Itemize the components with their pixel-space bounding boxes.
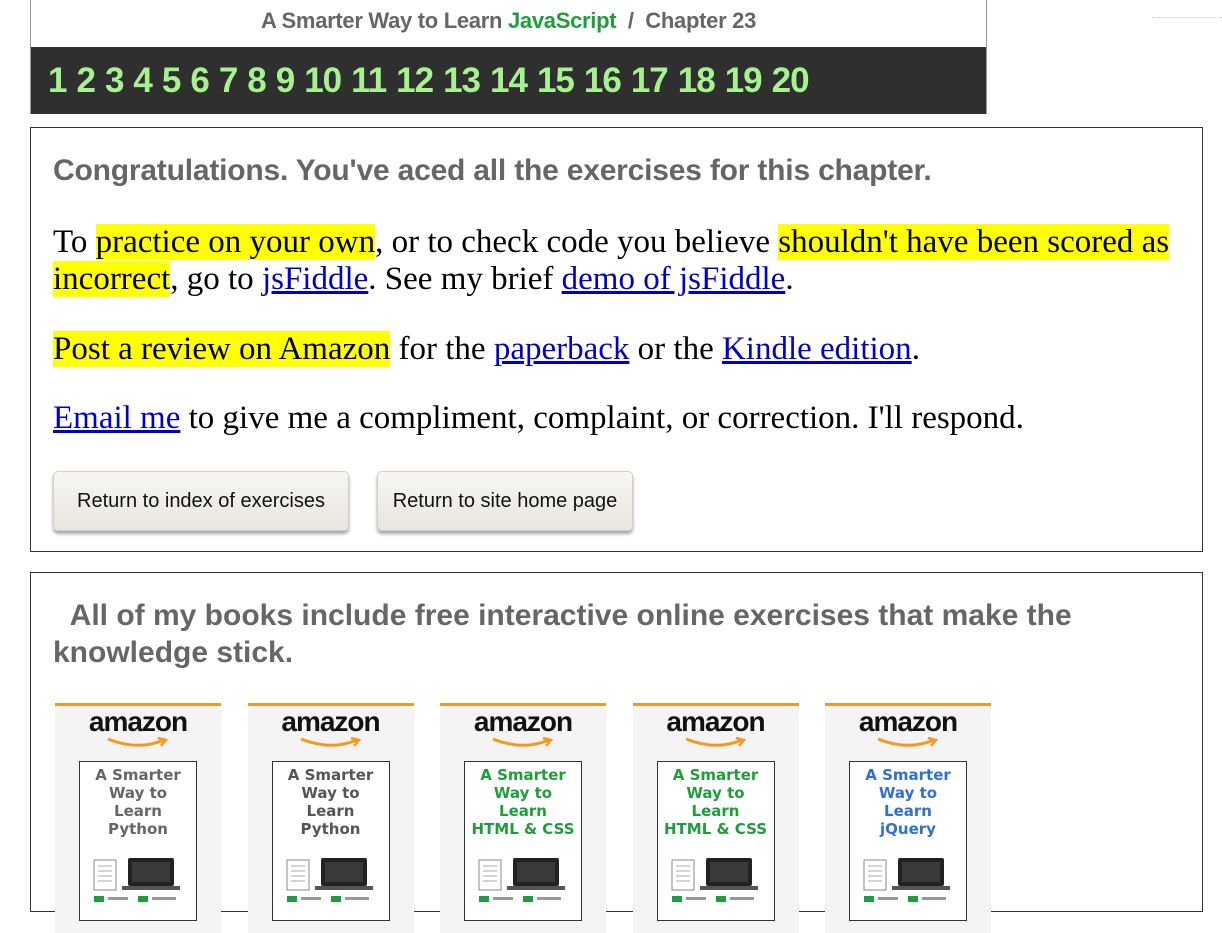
chapter-link[interactable]: 19 <box>725 63 763 98</box>
chapter-link[interactable]: 10 <box>304 63 342 98</box>
title-prefix: A Smarter Way to Learn <box>260 8 508 33</box>
return-to-index-button[interactable]: Return to index of exercises <box>53 471 349 531</box>
congrats-panel: Congratulations. You've aced all the exe… <box>30 127 1203 552</box>
header-title: A Smarter Way to Learn JavaScript / Chap… <box>31 8 986 34</box>
email-paragraph: Email me to give me a compliment, compla… <box>53 400 1024 436</box>
book-card[interactable]: amazon A Smarter Way to Learn Python <box>55 703 221 933</box>
review-paragraph: Post a review on Amazon for the paperbac… <box>53 331 920 367</box>
return-to-home-button[interactable]: Return to site home page <box>377 471 633 531</box>
chapter-link[interactable]: 12 <box>396 63 434 98</box>
amazon-logo: amazon <box>858 706 958 737</box>
chapter-link[interactable]: 15 <box>537 63 575 98</box>
chapter-link[interactable]: 5 <box>162 63 181 98</box>
book-cover: A Smarter Way to Learn HTML & CSS <box>464 761 582 921</box>
practice-paragraph: To practice on your own, or to check cod… <box>53 224 1170 297</box>
amazon-logo: amazon <box>281 706 380 737</box>
book-card[interactable]: amazon A Smarter Way to Learn jQuery <box>825 703 991 933</box>
chapter-link[interactable]: 16 <box>584 63 622 98</box>
book-title: A Smarter Way to Learn jQuery <box>865 766 951 838</box>
book-title: A Smarter Way to Learn HTML & CSS <box>471 766 575 838</box>
amazon-smile-icon <box>682 736 750 754</box>
paperback-link[interactable]: paperback <box>494 331 630 367</box>
title-chapter: / Chapter 23 <box>616 8 757 33</box>
book-cover: A Smarter Way to Learn Python <box>271 761 390 921</box>
book-cover: A Smarter Way to Learn Python <box>79 761 197 921</box>
amazon-logo: amazon <box>88 706 188 737</box>
book-title: A Smarter Way to Learn HTML & CSS <box>663 766 767 838</box>
chapter-link[interactable]: 1 <box>48 63 67 98</box>
book-cover: A Smarter Way to Learn jQuery <box>849 761 967 921</box>
book-illustration-icon <box>285 854 381 909</box>
amazon-smile-icon <box>104 736 172 754</box>
highlight-review: Post a review on Amazon <box>53 331 391 367</box>
chapter-link[interactable]: 14 <box>490 63 528 98</box>
chapter-link[interactable]: 17 <box>631 63 669 98</box>
chapter-link[interactable]: 18 <box>678 63 716 98</box>
book-cover: A Smarter Way to Learn HTML & CSS <box>656 761 775 921</box>
chapter-link[interactable]: 20 <box>772 63 810 98</box>
book-illustration-icon <box>477 854 573 909</box>
jsfiddle-link[interactable]: jsFiddle <box>262 261 368 297</box>
chapter-link[interactable]: 7 <box>219 63 238 98</box>
chapter-link[interactable]: 2 <box>76 63 95 98</box>
chapter-link[interactable]: 11 <box>351 63 387 98</box>
book-title: A Smarter Way to Learn Python <box>95 766 181 838</box>
title-javascript: JavaScript <box>507 8 617 33</box>
chapter-link[interactable]: 9 <box>276 63 295 98</box>
highlight-practice: practice on your own <box>95 224 376 260</box>
books-heading: All of my books include free interactive… <box>53 599 1081 669</box>
books-panel: All of my books include free interactive… <box>30 572 1203 933</box>
kindle-link[interactable]: Kindle edition <box>722 331 912 367</box>
book-card[interactable]: amazon A Smarter Way to Learn HTML & CSS <box>632 703 799 933</box>
book-illustration-icon <box>862 854 958 909</box>
chapter-link[interactable]: 4 <box>133 63 152 98</box>
amazon-smile-icon <box>489 736 557 754</box>
page-header: A Smarter Way to Learn JavaScript / Chap… <box>30 0 987 114</box>
chapter-link[interactable]: 3 <box>105 63 124 98</box>
jsfiddle-demo-link[interactable]: demo of jsFiddle <box>562 261 786 297</box>
chapter-link[interactable]: 6 <box>190 63 209 98</box>
email-me-link[interactable]: Email me <box>53 400 180 436</box>
amazon-smile-icon <box>297 736 365 754</box>
amazon-logo: amazon <box>666 706 765 737</box>
amazon-smile-icon <box>874 736 942 754</box>
book-card[interactable]: amazon A Smarter Way to Learn HTML & CSS <box>440 703 606 933</box>
book-card[interactable]: amazon A Smarter Way to Learn Python <box>247 703 414 933</box>
congrats-heading: Congratulations. You've aced all the exe… <box>53 154 932 187</box>
book-illustration-icon <box>670 854 766 909</box>
decorative-dots <box>1152 17 1222 21</box>
chapter-link[interactable]: 13 <box>443 63 481 98</box>
book-title: A Smarter Way to Learn Python <box>287 766 374 838</box>
chapter-nav: 1 2 3 4 5 6 7 8 9 10 11 12 13 14 15 16 17 18 19 20 <box>31 47 986 114</box>
book-illustration-icon <box>92 854 188 909</box>
chapter-link[interactable]: 8 <box>247 63 266 98</box>
amazon-logo: amazon <box>473 706 573 737</box>
